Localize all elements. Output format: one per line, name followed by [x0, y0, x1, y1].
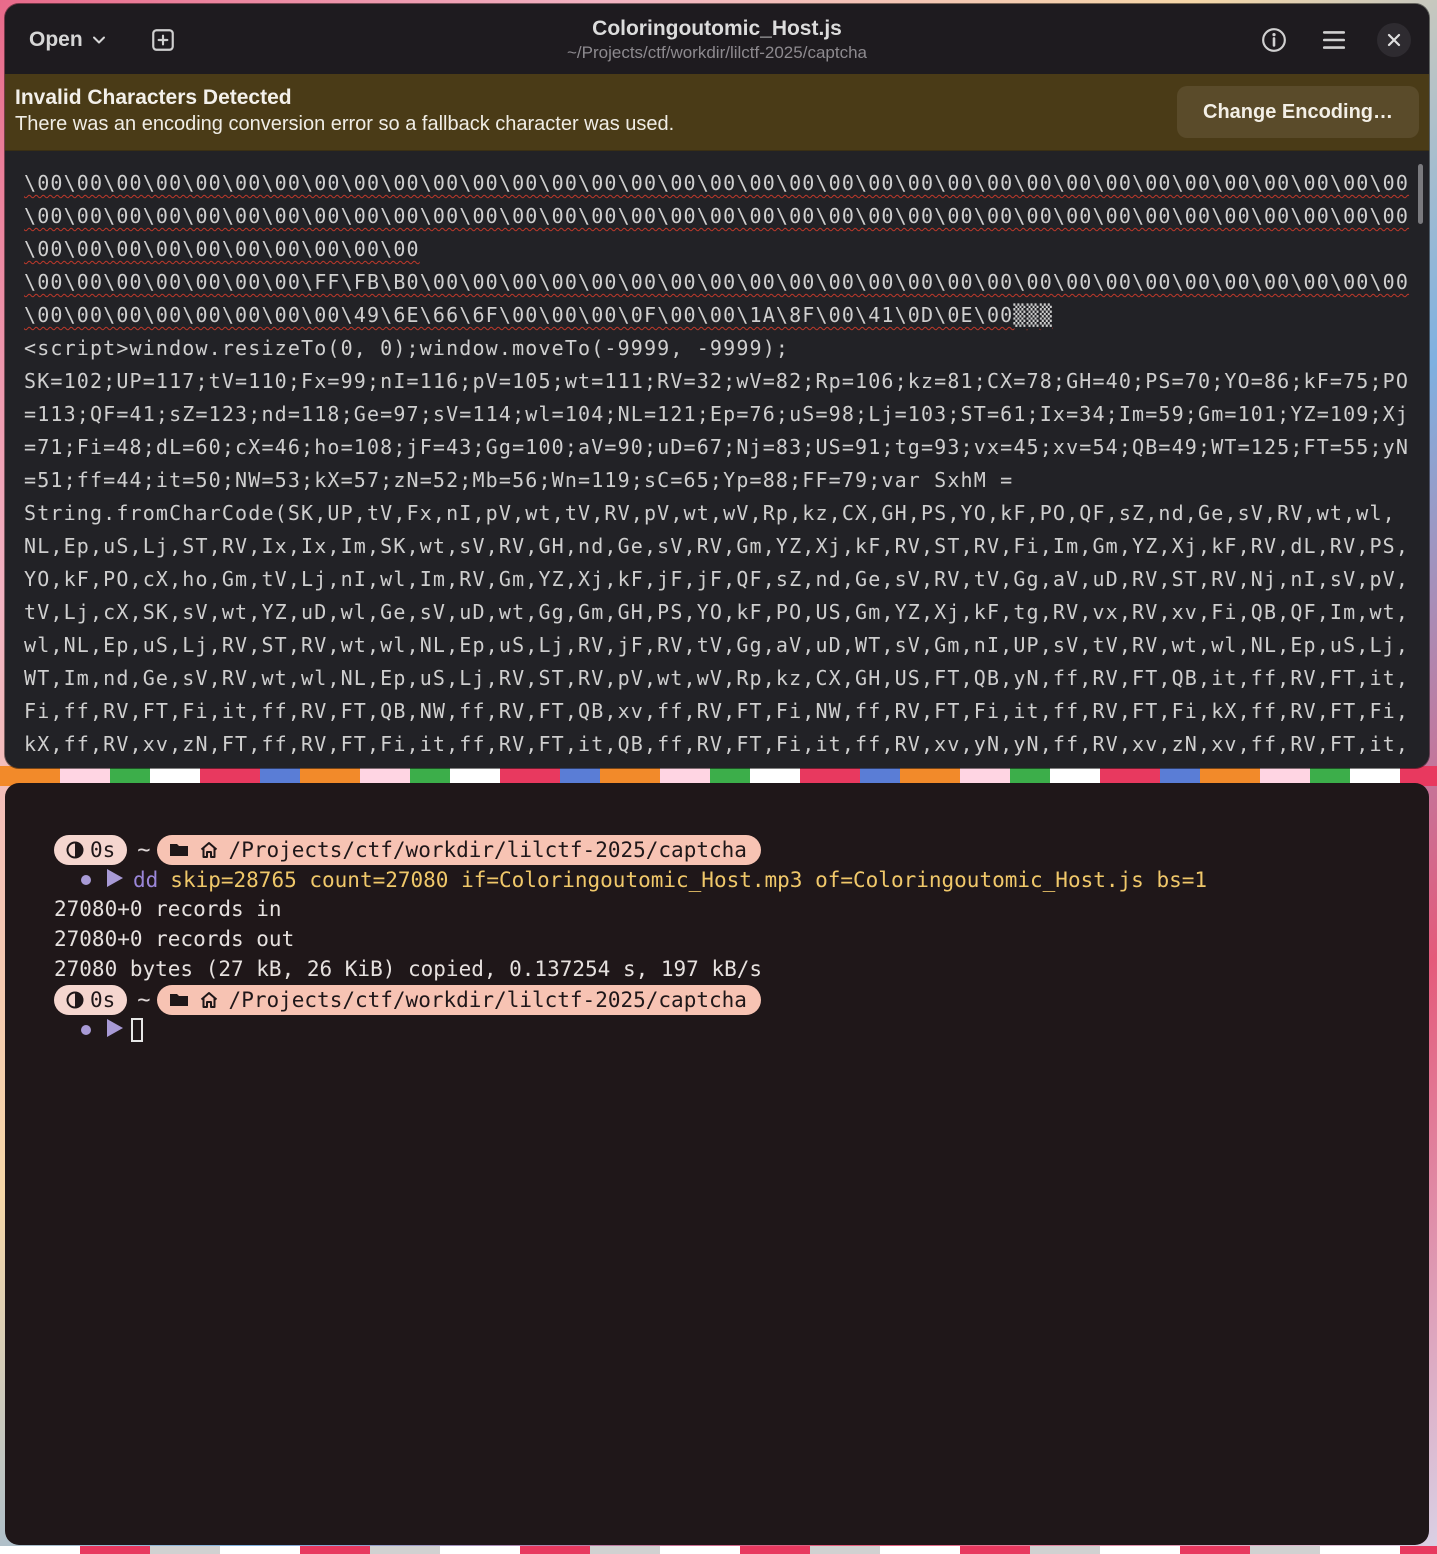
terminal-window[interactable]: 0s ~ /Projects/ctf/workdir/lilctf-2025/c… — [5, 783, 1429, 1545]
duration-pill: 0s — [54, 985, 128, 1015]
code-line: Fi,ff,RV,FT,Fi,it,ff,RV,FT,QB,NW,ff,RV,F… — [24, 699, 1410, 723]
tilde-segment: ~ — [137, 987, 151, 1013]
tilde-segment: ~ — [137, 837, 151, 863]
code-line: =71;Fi=48;dL=60;cX=46;ho=108;jF=43;Gg=10… — [24, 435, 1410, 459]
status-dot-icon — [81, 875, 91, 885]
command-line: dd skip=28765 count=27080 if=Coloringout… — [81, 865, 1207, 895]
output-line: 27080 bytes (27 kB, 26 KiB) copied, 0.13… — [54, 957, 763, 981]
duration-pill: 0s — [54, 835, 128, 865]
prompt-arrow-icon — [105, 867, 125, 894]
shell-prompt: 0s ~ /Projects/ctf/workdir/lilctf-2025/c… — [54, 835, 761, 865]
timer-icon — [66, 841, 84, 859]
prompt-arrow-icon — [105, 1017, 125, 1044]
code-line: SK=102;UP=117;tV=110;Fx=99;nI=116;pV=105… — [24, 369, 1410, 393]
command-input-line[interactable] — [81, 1015, 143, 1045]
hamburger-menu-icon — [1322, 31, 1346, 49]
main-menu-button[interactable] — [1316, 22, 1352, 58]
wallpaper-strip-bottom — [0, 1546, 1437, 1554]
code-line: NL,Ep,uS,Lj,ST,RV,Ix,Ix,Im,SK,wt,sV,RV,G… — [24, 534, 1410, 558]
code-view[interactable]: \00\00\00\00\00\00\00\00\00\00 \00\00\00\… — [5, 151, 1429, 768]
code-line: wl,NL,Ep,uS,Lj,RV,ST,RV,wt,wl,NL,Ep,uS,L… — [24, 633, 1410, 657]
code-line: \00\00\00\00\00\00\00\00\49\6E\66\6F\00\… — [24, 303, 1053, 327]
folder-icon — [169, 844, 188, 856]
path-pill: /Projects/ctf/workdir/lilctf-2025/captch… — [156, 835, 761, 865]
path-pill: /Projects/ctf/workdir/lilctf-2025/captch… — [156, 985, 761, 1015]
code-line: <script>window.resizeTo(0, 0);window.mov… — [24, 336, 790, 360]
change-encoding-button[interactable]: Change Encoding… — [1177, 86, 1419, 138]
path-text: /Projects/ctf/workdir/lilctf-2025/captch… — [228, 988, 747, 1012]
editor-scrollbar[interactable] — [1418, 164, 1423, 224]
code-line: \00\00\00\00\00\00\00\00\00\00\00\00\00\… — [24, 204, 1410, 228]
code-line: YO,kF,PO,cX,ho,Gm,tV,Lj,nI,wl,Im,RV,Gm,Y… — [24, 567, 1410, 591]
text-editor-window: Open Coloringoutomic_Host.js ~/Projects/… — [5, 4, 1429, 768]
shell-prompt: 0s ~ /Projects/ctf/workdir/lilctf-2025/c… — [54, 985, 761, 1015]
status-dot-icon — [81, 1025, 91, 1035]
duration-text: 0s — [90, 988, 116, 1012]
command-args: skip=28765 count=27080 if=Coloringoutomi… — [170, 868, 1208, 892]
code-line: kX,ff,RV,xv,zN,FT,ff,RV,FT,Fi,it,ff,RV,F… — [24, 732, 1410, 756]
code-line: WT,Im,nd,Ge,sV,RV,wt,wl,NL,Ep,uS,Lj,RV,S… — [24, 666, 1410, 690]
code-line: =51;ff=44;it=50;NW=53;kX=57;zN=52;Mb=56;… — [24, 468, 1014, 492]
output-line: 27080+0 records in — [54, 897, 282, 921]
code-line: \00\00\00\00\00\00\00\FF\FB\B0\00\00\00\… — [24, 270, 1410, 294]
encoding-error-infobar: Invalid Characters Detected There was an… — [5, 74, 1429, 151]
close-icon — [1387, 33, 1401, 47]
infobar-message: There was an encoding conversion error s… — [15, 113, 675, 135]
editor-headerbar: Open Coloringoutomic_Host.js ~/Projects/… — [5, 4, 1429, 74]
command-name: dd — [133, 868, 159, 892]
home-icon — [200, 992, 217, 1008]
home-icon — [200, 842, 217, 858]
info-icon — [1262, 28, 1286, 52]
folder-icon — [169, 994, 188, 1006]
close-window-button[interactable] — [1377, 23, 1411, 57]
code-line: tV,Lj,cX,SK,sV,wt,YZ,uD,wl,Ge,sV,uD,wt,G… — [24, 600, 1410, 624]
document-path: ~/Projects/ctf/workdir/lilctf-2025/captc… — [567, 43, 867, 62]
code-line: \00\00\00\00\00\00\00\00\00\00\00\00\00\… — [24, 171, 1410, 195]
code-line: \00\00\00\00\00\00\00\00\00\00 — [24, 237, 420, 261]
code-line: =113;QF=41;sZ=123;nd=118;Ge=97;sV=114;wl… — [24, 402, 1410, 426]
code-line: String.fromCharCode(SK,UP,tV,Fx,nI,pV,wt… — [24, 501, 1396, 525]
duration-text: 0s — [90, 838, 116, 862]
timer-icon — [66, 991, 84, 1009]
document-info-button[interactable] — [1256, 22, 1292, 58]
title-area: Coloringoutomic_Host.js ~/Projects/ctf/w… — [5, 16, 1429, 64]
text-cursor — [131, 1018, 143, 1042]
infobar-title: Invalid Characters Detected — [15, 86, 292, 109]
output-line: 27080+0 records out — [54, 927, 295, 951]
document-title: Coloringoutomic_Host.js — [592, 17, 842, 40]
path-text: /Projects/ctf/workdir/lilctf-2025/captch… — [228, 838, 747, 862]
